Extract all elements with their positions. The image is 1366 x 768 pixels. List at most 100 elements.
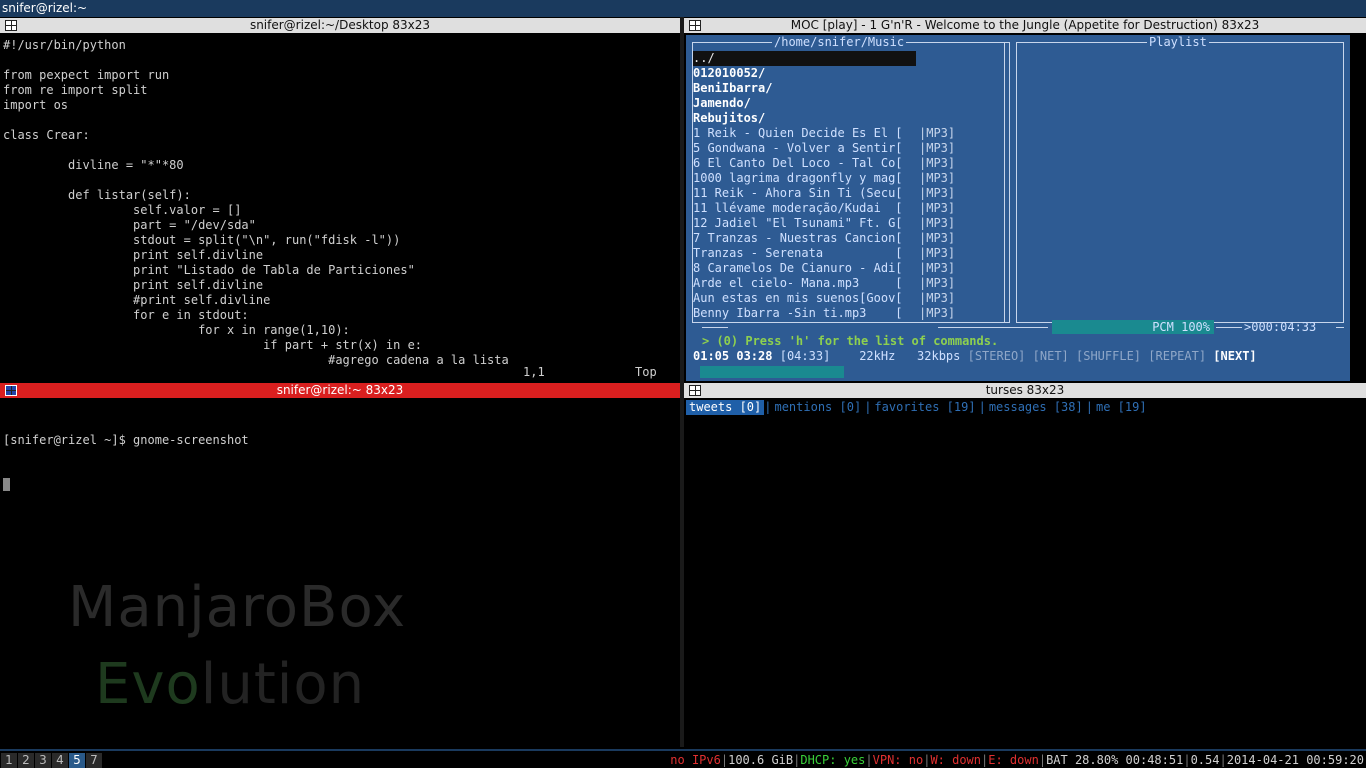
- flag-next: [NEXT]: [1213, 349, 1257, 363]
- volume-indicator[interactable]: PCM 100%: [1052, 320, 1214, 334]
- code-line: divline = "*"*80: [3, 158, 184, 172]
- file-item[interactable]: 7 Tranzas - Nuestras Cancion[|MP3]: [693, 231, 1003, 246]
- layout-icon[interactable]: [689, 385, 701, 396]
- load-status: 0.54: [1190, 753, 1220, 767]
- file-item[interactable]: Arde el cielo- Mana.mp3 [|MP3]: [693, 276, 1003, 291]
- code-line: class Crear:: [3, 128, 90, 142]
- ethernet-status: E: down: [988, 753, 1039, 767]
- item-name: Rebujitos/: [693, 111, 766, 125]
- playback-info: 01:05 03:28 [04:33] 22kHz 32kbps [STEREO…: [693, 349, 1257, 364]
- item-format: |MP3]: [919, 186, 956, 200]
- tab-favorites[interactable]: favorites [19]: [871, 400, 978, 415]
- help-message: > (0) Press 'h' for the list of commands…: [702, 334, 999, 348]
- item-name: 11 Reik - Ahora Sin Ti (Secu[: [693, 186, 903, 200]
- pane-divider-vertical: [680, 17, 684, 747]
- file-item[interactable]: Aun estas en mis suenos[Goov[|MP3]: [693, 291, 1003, 306]
- code-line: self.valor = []: [3, 203, 242, 217]
- item-name: Tranzas - Serenata [: [693, 246, 903, 260]
- editor-pane[interactable]: snifer@rizel:~/Desktop 83x23 #!/usr/bin/…: [0, 18, 680, 381]
- turses-title-bar[interactable]: turses 83x23: [684, 383, 1366, 398]
- ipv6-status: no IPv6: [670, 753, 721, 767]
- item-format: |MP3]: [919, 306, 956, 320]
- directory-item[interactable]: BeniIbarra/: [693, 81, 1003, 96]
- shell-title-bar[interactable]: snifer@rizel:~ 83x23: [0, 383, 680, 398]
- editor-title: snifer@rizel:~/Desktop 83x23: [249, 18, 431, 32]
- moc-title-bar[interactable]: MOC [play] - 1 G'n'R - Welcome to the Ju…: [684, 18, 1366, 33]
- flag-stereo: [STEREO]: [967, 349, 1026, 363]
- selected-item[interactable]: ../: [693, 51, 916, 66]
- shell-pane[interactable]: snifer@rizel:~ 83x23 [snifer@rizel ~]$ g…: [0, 383, 680, 747]
- file-list[interactable]: ../012010052/BeniIbarra/Jamendo/Rebujito…: [693, 51, 1003, 321]
- item-name: ../: [693, 51, 715, 65]
- turses-pane[interactable]: turses 83x23: [684, 383, 1366, 747]
- dhcp-status: DHCP: yes: [800, 753, 866, 767]
- file-item[interactable]: 6 El Canto Del Loco - Tal Co[|MP3]: [693, 156, 1003, 171]
- playlist-panel[interactable]: [1016, 42, 1344, 323]
- item-name: 1 Reik - Quien Decide Es El [: [693, 126, 903, 140]
- editor-text-area[interactable]: #!/usr/bin/python from pexpect import run…: [3, 38, 678, 381]
- workspace-button[interactable]: 5: [69, 753, 85, 768]
- workspace-button[interactable]: 1: [1, 753, 17, 768]
- item-format: |MP3]: [919, 171, 956, 185]
- divider: [938, 327, 1048, 328]
- status-bar: 123457 no IPv6|100.6 GiB|DHCP: yes|VPN: …: [0, 749, 1366, 768]
- window-title: snifer@rizel:~: [2, 1, 88, 15]
- text-cursor: [3, 478, 10, 491]
- watermark-line2: Evolution: [95, 652, 365, 717]
- file-item[interactable]: 12 Jadiel "El Tsunami" Ft. G[|MP3]: [693, 216, 1003, 231]
- moc-player[interactable]: /home/snifer/Music Playlist ../012010052…: [686, 35, 1350, 381]
- file-item[interactable]: Benny Ibarra -Sin ti.mp3 [ |MP3]: [693, 306, 1003, 321]
- item-name: 1000 lagrima dragonfly y mag[: [693, 171, 903, 185]
- turses-tab-bar[interactable]: tweets [0] | mentions [0] | favorites [19] | m…: [686, 400, 1150, 415]
- flag-net: [NET]: [1032, 349, 1069, 363]
- code-line: print self.divline: [3, 278, 264, 292]
- turses-title: turses 83x23: [985, 383, 1065, 397]
- file-item[interactable]: Tranzas - Serenata [|MP3]: [693, 246, 1003, 261]
- left-time: 03:28: [736, 349, 773, 363]
- divider: [1336, 327, 1344, 328]
- file-item[interactable]: 1000 lagrima dragonfly y mag[ |MP3]: [693, 171, 1003, 186]
- directory-title: /home/snifer/Music: [772, 35, 907, 49]
- workspace-button[interactable]: 4: [52, 753, 68, 768]
- code-line: print self.divline: [3, 248, 264, 262]
- workspace-switcher[interactable]: 123457: [1, 753, 102, 768]
- bitrate: 32kbps: [917, 349, 961, 363]
- window-title-bar: snifer@rizel:~: [0, 0, 1366, 17]
- directory-item[interactable]: 012010052/: [693, 66, 1003, 81]
- directory-item[interactable]: Jamendo/: [693, 96, 1003, 111]
- item-name: Jamendo/: [693, 96, 751, 110]
- progress-bar[interactable]: [700, 366, 844, 378]
- workspace-button[interactable]: 3: [35, 753, 51, 768]
- file-item[interactable]: 11 llévame moderação/Kudai [|MP3]: [693, 201, 1003, 216]
- layout-icon[interactable]: [689, 20, 701, 31]
- layout-icon[interactable]: [5, 385, 17, 396]
- elapsed-time: 01:05: [693, 349, 730, 363]
- code-line: #!/usr/bin/python: [3, 38, 126, 52]
- item-name: 012010052/: [693, 66, 766, 80]
- item-name: 7 Tranzas - Nuestras Cancion[: [693, 231, 903, 245]
- file-item[interactable]: 5 Gondwana - Volver a Sentir[|MP3]: [693, 141, 1003, 156]
- file-item[interactable]: 8 Caramelos De Cianuro - Adi[|MP3]: [693, 261, 1003, 276]
- moc-title: MOC [play] - 1 G'n'R - Welcome to the Ju…: [790, 18, 1260, 32]
- divider: [1009, 42, 1010, 323]
- item-name: 5 Gondwana - Volver a Sentir[: [693, 141, 903, 155]
- sample-rate: 22kHz: [859, 349, 896, 363]
- workspace-button[interactable]: 7: [86, 753, 102, 768]
- item-name: Benny Ibarra -Sin ti.mp3 [: [693, 306, 903, 320]
- tab-me[interactable]: me [19]: [1093, 400, 1150, 415]
- divider: [1004, 42, 1005, 323]
- code-line: stdout = split("\n", run("fdisk -l")): [3, 233, 401, 247]
- file-item[interactable]: 1 Reik - Quien Decide Es El [|MP3]: [693, 126, 1003, 141]
- tab-mentions[interactable]: mentions [0]: [771, 400, 864, 415]
- directory-item[interactable]: Rebujitos/: [693, 111, 1003, 126]
- layout-icon[interactable]: [5, 20, 17, 31]
- tab-messages[interactable]: messages [38]: [986, 400, 1086, 415]
- editor-title-bar[interactable]: snifer@rizel:~/Desktop 83x23: [0, 18, 680, 33]
- file-item[interactable]: 11 Reik - Ahora Sin Ti (Secu[ |MP3]: [693, 186, 1003, 201]
- item-name: BeniIbarra/: [693, 81, 773, 95]
- divider: [1216, 327, 1242, 328]
- workspace-button[interactable]: 2: [18, 753, 34, 768]
- tab-tweets[interactable]: tweets [0]: [686, 400, 765, 415]
